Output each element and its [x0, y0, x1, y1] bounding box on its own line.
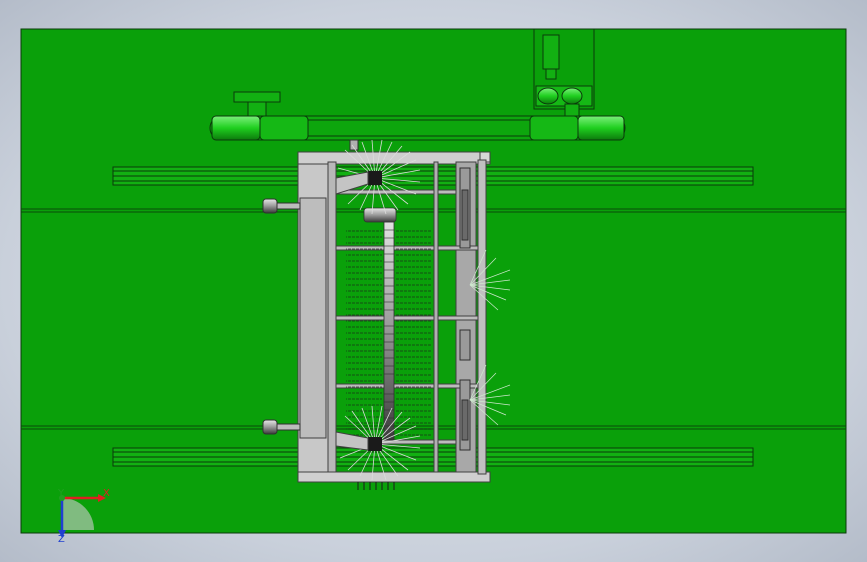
z-axis-label: Z	[58, 534, 65, 545]
right-pulley	[577, 115, 625, 141]
lower-rail[interactable]	[112, 447, 754, 467]
motor-assembly[interactable]	[533, 28, 595, 117]
left-pulley	[211, 115, 261, 141]
belt-drive[interactable]	[209, 115, 626, 141]
y-axis-label: Y	[57, 488, 65, 499]
cad-viewport[interactable]: X Y Z	[0, 0, 867, 562]
x-axis-label: X	[103, 488, 110, 499]
upper-rail[interactable]	[112, 166, 754, 186]
